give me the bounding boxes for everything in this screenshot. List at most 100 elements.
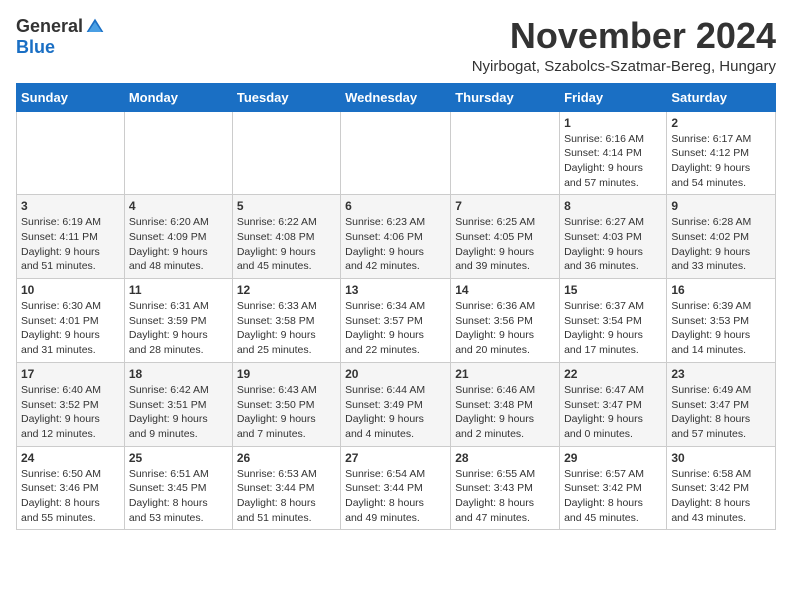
- calendar-cell: [451, 111, 560, 195]
- day-number: 9: [671, 199, 771, 213]
- calendar-cell: 6 Sunrise: 6:23 AMSunset: 4:06 PMDaylight…: [341, 195, 451, 279]
- day-info: Sunrise: 6:30 AMSunset: 4:01 PMDaylight:…: [21, 299, 120, 358]
- month-title: November 2024: [472, 16, 776, 56]
- day-info: Sunrise: 6:47 AMSunset: 3:47 PMDaylight:…: [564, 383, 662, 442]
- calendar-cell: 4 Sunrise: 6:20 AMSunset: 4:09 PMDaylight…: [124, 195, 232, 279]
- day-number: 10: [21, 283, 120, 297]
- day-number: 12: [237, 283, 336, 297]
- calendar-week-row: 24Sunrise: 6:50 AMSunset: 3:46 PMDayligh…: [17, 446, 776, 530]
- day-info: Sunrise: 6:39 AMSunset: 3:53 PMDaylight:…: [671, 299, 771, 358]
- calendar-cell: 14 Sunrise: 6:36 AMSunset: 3:56 PMDayligh…: [451, 279, 560, 363]
- calendar-cell: 25 Sunrise: 6:51 AMSunset: 3:45 PMDayligh…: [124, 446, 232, 530]
- day-info: Sunrise: 6:19 AMSunset: 4:11 PMDaylight:…: [21, 215, 120, 274]
- day-info: Sunrise: 6:57 AMSunset: 3:42 PMDaylight:…: [564, 467, 662, 526]
- calendar-cell: 17 Sunrise: 6:40 AMSunset: 3:52 PMDayligh…: [17, 362, 125, 446]
- day-number: 24: [21, 451, 120, 465]
- calendar-week-row: 10 Sunrise: 6:30 AMSunset: 4:01 PMDayligh…: [17, 279, 776, 363]
- day-info: Sunrise: 6:40 AMSunset: 3:52 PMDaylight:…: [21, 383, 120, 442]
- col-header-sunday: Sunday: [17, 83, 125, 111]
- calendar-week-row: 3 Sunrise: 6:19 AMSunset: 4:11 PMDaylight…: [17, 195, 776, 279]
- day-info: Sunrise: 6:23 AMSunset: 4:06 PMDaylight:…: [345, 215, 446, 274]
- col-header-monday: Monday: [124, 83, 232, 111]
- calendar-cell: 16 Sunrise: 6:39 AMSunset: 3:53 PMDayligh…: [667, 279, 776, 363]
- day-info: Sunrise: 6:28 AMSunset: 4:02 PMDaylight:…: [671, 215, 771, 274]
- day-info: Sunrise: 6:46 AMSunset: 3:48 PMDaylight:…: [455, 383, 555, 442]
- day-info: Sunrise: 6:44 AMSunset: 3:49 PMDaylight:…: [345, 383, 446, 442]
- day-number: 5: [237, 199, 336, 213]
- col-header-saturday: Saturday: [667, 83, 776, 111]
- day-info: Sunrise: 6:55 AMSunset: 3:43 PMDaylight:…: [455, 467, 555, 526]
- day-number: 15: [564, 283, 662, 297]
- calendar-cell: 12 Sunrise: 6:33 AMSunset: 3:58 PMDayligh…: [232, 279, 340, 363]
- day-number: 17: [21, 367, 120, 381]
- location-subtitle: Nyirbogat, Szabolcs-Szatmar-Bereg, Hunga…: [472, 58, 776, 75]
- logo-general-text: General: [16, 16, 83, 37]
- calendar-cell: 5 Sunrise: 6:22 AMSunset: 4:08 PMDaylight…: [232, 195, 340, 279]
- day-info: Sunrise: 6:33 AMSunset: 3:58 PMDaylight:…: [237, 299, 336, 358]
- calendar-header-row: SundayMondayTuesdayWednesdayThursdayFrid…: [17, 83, 776, 111]
- day-number: 18: [129, 367, 228, 381]
- col-header-wednesday: Wednesday: [341, 83, 451, 111]
- calendar-cell: [341, 111, 451, 195]
- day-number: 29: [564, 451, 662, 465]
- calendar-cell: 19Sunrise: 6:43 AMSunset: 3:50 PMDayligh…: [232, 362, 340, 446]
- calendar-cell: 9 Sunrise: 6:28 AMSunset: 4:02 PMDaylight…: [667, 195, 776, 279]
- day-info: Sunrise: 6:42 AMSunset: 3:51 PMDaylight:…: [129, 383, 228, 442]
- day-number: 23: [671, 367, 771, 381]
- calendar-week-row: 17 Sunrise: 6:40 AMSunset: 3:52 PMDayligh…: [17, 362, 776, 446]
- calendar-cell: 13Sunrise: 6:34 AMSunset: 3:57 PMDayligh…: [341, 279, 451, 363]
- calendar-cell: 10 Sunrise: 6:30 AMSunset: 4:01 PMDayligh…: [17, 279, 125, 363]
- day-number: 11: [129, 283, 228, 297]
- day-info: Sunrise: 6:49 AMSunset: 3:47 PMDaylight:…: [671, 383, 771, 442]
- title-block: November 2024 Nyirbogat, Szabolcs-Szatma…: [472, 16, 776, 75]
- calendar-table: SundayMondayTuesdayWednesdayThursdayFrid…: [16, 83, 776, 531]
- page-header: General Blue November 2024 Nyirbogat, Sz…: [16, 16, 776, 75]
- logo-icon: [85, 17, 105, 37]
- calendar-cell: 15 Sunrise: 6:37 AMSunset: 3:54 PMDayligh…: [560, 279, 667, 363]
- logo-blue-text: Blue: [16, 37, 55, 58]
- calendar-cell: 11Sunrise: 6:31 AMSunset: 3:59 PMDayligh…: [124, 279, 232, 363]
- day-info: Sunrise: 6:51 AMSunset: 3:45 PMDaylight:…: [129, 467, 228, 526]
- day-info: Sunrise: 6:22 AMSunset: 4:08 PMDaylight:…: [237, 215, 336, 274]
- day-info: Sunrise: 6:43 AMSunset: 3:50 PMDaylight:…: [237, 383, 336, 442]
- logo: General Blue: [16, 16, 105, 58]
- day-number: 13: [345, 283, 446, 297]
- calendar-cell: 1Sunrise: 6:16 AMSunset: 4:14 PMDaylight…: [560, 111, 667, 195]
- day-number: 20: [345, 367, 446, 381]
- col-header-thursday: Thursday: [451, 83, 560, 111]
- col-header-tuesday: Tuesday: [232, 83, 340, 111]
- calendar-cell: 24Sunrise: 6:50 AMSunset: 3:46 PMDayligh…: [17, 446, 125, 530]
- calendar-cell: 29 Sunrise: 6:57 AMSunset: 3:42 PMDayligh…: [560, 446, 667, 530]
- day-number: 22: [564, 367, 662, 381]
- day-number: 2: [671, 116, 771, 130]
- calendar-cell: 8Sunrise: 6:27 AMSunset: 4:03 PMDaylight…: [560, 195, 667, 279]
- day-info: Sunrise: 6:58 AMSunset: 3:42 PMDaylight:…: [671, 467, 771, 526]
- calendar-cell: 18 Sunrise: 6:42 AMSunset: 3:51 PMDayligh…: [124, 362, 232, 446]
- day-info: Sunrise: 6:37 AMSunset: 3:54 PMDaylight:…: [564, 299, 662, 358]
- day-number: 3: [21, 199, 120, 213]
- calendar-cell: [17, 111, 125, 195]
- day-info: Sunrise: 6:36 AMSunset: 3:56 PMDaylight:…: [455, 299, 555, 358]
- day-number: 27: [345, 451, 446, 465]
- day-info: Sunrise: 6:54 AMSunset: 3:44 PMDaylight:…: [345, 467, 446, 526]
- day-info: Sunrise: 6:20 AMSunset: 4:09 PMDaylight:…: [129, 215, 228, 274]
- calendar-cell: 26 Sunrise: 6:53 AMSunset: 3:44 PMDayligh…: [232, 446, 340, 530]
- col-header-friday: Friday: [560, 83, 667, 111]
- calendar-cell: 23 Sunrise: 6:49 AMSunset: 3:47 PMDayligh…: [667, 362, 776, 446]
- day-number: 30: [671, 451, 771, 465]
- day-info: Sunrise: 6:25 AMSunset: 4:05 PMDaylight:…: [455, 215, 555, 274]
- day-number: 4: [129, 199, 228, 213]
- day-info: Sunrise: 6:27 AMSunset: 4:03 PMDaylight:…: [564, 215, 662, 274]
- calendar-cell: [232, 111, 340, 195]
- day-number: 14: [455, 283, 555, 297]
- day-number: 25: [129, 451, 228, 465]
- day-info: Sunrise: 6:53 AMSunset: 3:44 PMDaylight:…: [237, 467, 336, 526]
- calendar-cell: 7Sunrise: 6:25 AMSunset: 4:05 PMDaylight…: [451, 195, 560, 279]
- day-number: 16: [671, 283, 771, 297]
- day-number: 28: [455, 451, 555, 465]
- day-number: 6: [345, 199, 446, 213]
- day-number: 26: [237, 451, 336, 465]
- calendar-cell: 27 Sunrise: 6:54 AMSunset: 3:44 PMDayligh…: [341, 446, 451, 530]
- calendar-cell: 30 Sunrise: 6:58 AMSunset: 3:42 PMDayligh…: [667, 446, 776, 530]
- day-number: 1: [564, 116, 662, 130]
